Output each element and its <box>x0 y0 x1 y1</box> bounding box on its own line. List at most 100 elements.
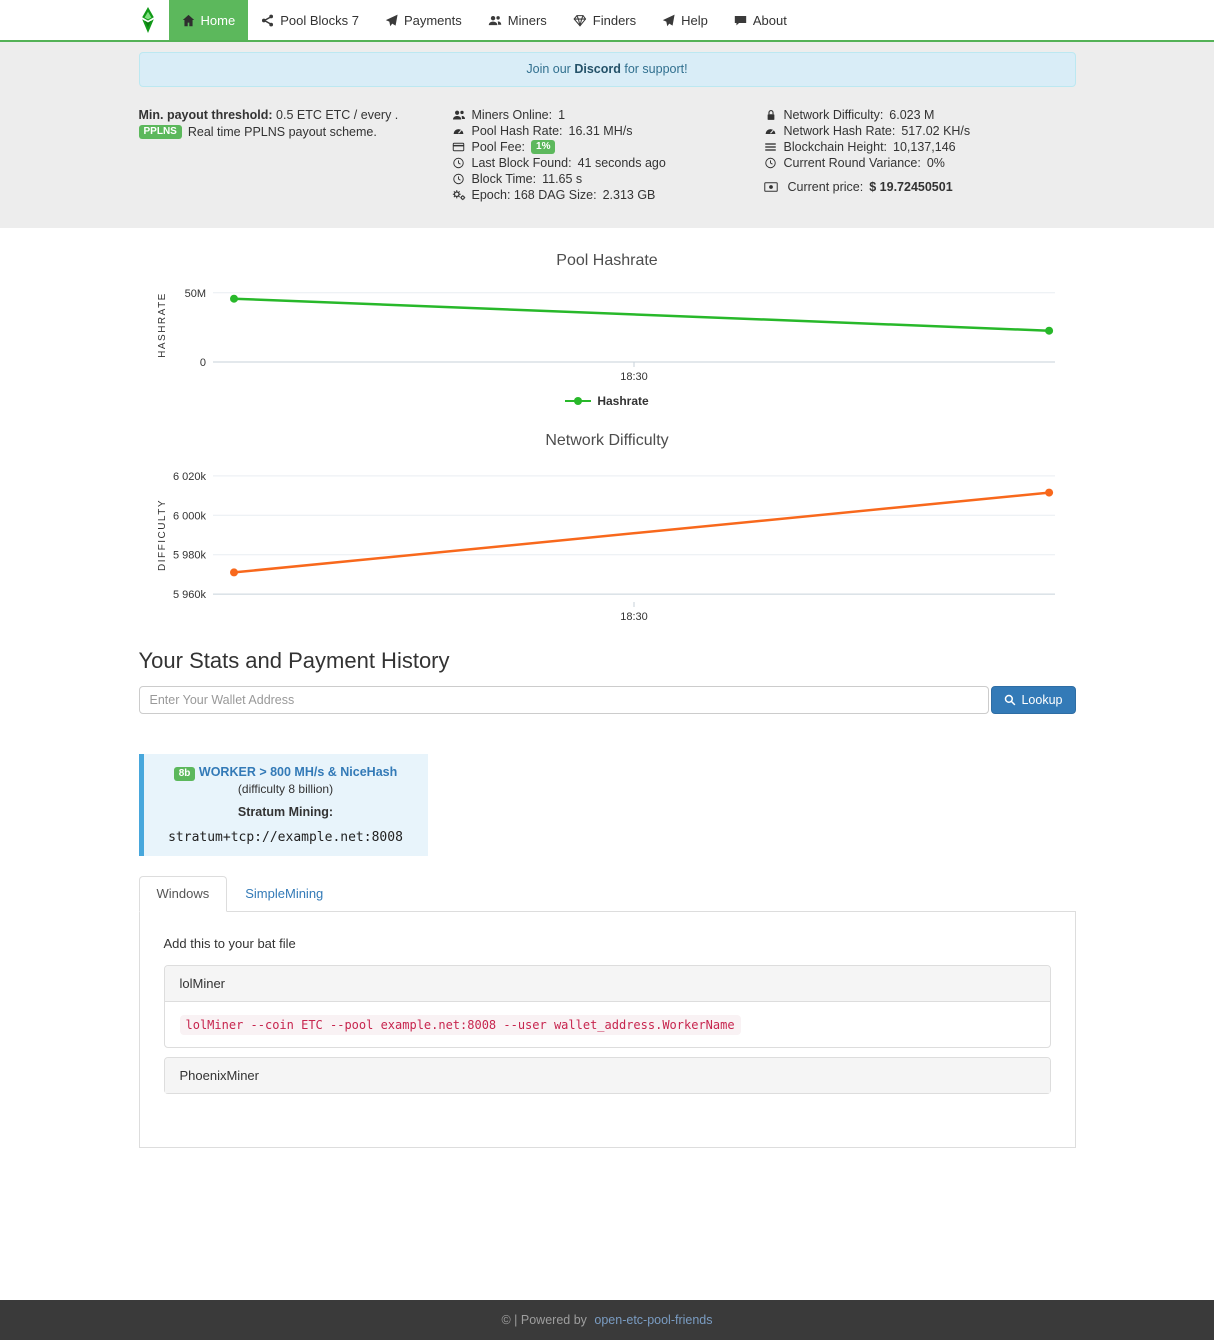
stat-pool-fee: Pool Fee: 1% <box>452 139 764 155</box>
wallet-lookup-group: Lookup <box>139 686 1076 714</box>
stat-label: Epoch: 168 DAG Size: <box>472 188 597 202</box>
nav-item-miners[interactable]: Miners <box>475 0 560 40</box>
payout-threshold-label: Min. payout threshold: <box>139 108 273 122</box>
network-stats-column: Network Difficulty: 6.023 M Network Hash… <box>764 107 1076 203</box>
nav-item-label: Help <box>681 13 708 28</box>
banner-text-prefix: Join our <box>526 62 570 76</box>
stat-pool-hashrate: Pool Hash Rate: 16.31 MH/s <box>452 123 764 139</box>
nav-item-label: Home <box>201 13 236 28</box>
nav-item-label: About <box>753 13 787 28</box>
stat-epoch-dag: Epoch: 168 DAG Size: 2.313 GB <box>452 187 764 203</box>
pool-fee-badge: 1% <box>531 140 555 154</box>
etc-logo[interactable] <box>139 0 169 40</box>
stat-label: Current Round Variance: <box>784 156 921 170</box>
stat-value: 2.313 GB <box>603 188 656 202</box>
chart-title: Network Difficulty <box>139 432 1076 450</box>
clock-icon <box>452 173 466 185</box>
worker-title: WORKER > 800 MH/s & NiceHash <box>199 765 397 779</box>
stat-value: $ 19.72450501 <box>869 180 952 194</box>
credit-card-icon <box>452 141 466 153</box>
os-tabs: Windows SimpleMining <box>139 876 1076 911</box>
navbar: Home Pool Blocks 7 Payments Miners Finde… <box>0 0 1214 42</box>
worker-info-box: 8b WORKER > 800 MH/s & NiceHash (difficu… <box>139 754 428 856</box>
chart-legend[interactable]: Hashrate <box>139 394 1076 408</box>
tab-panel: Add this to your bat file lolMiner lolMi… <box>139 911 1076 1148</box>
stat-value: 16.31 MH/s <box>569 124 633 138</box>
users-icon <box>452 109 466 121</box>
lolminer-command: lolMiner --coin ETC --pool example.net:8… <box>180 1015 741 1035</box>
nav-item-pool-blocks[interactable]: Pool Blocks 7 <box>248 0 372 40</box>
stat-network-difficulty: Network Difficulty: 6.023 M <box>764 107 1076 123</box>
nav-item-label: Pool Blocks 7 <box>280 13 359 28</box>
legend-marker-icon <box>565 396 591 406</box>
stat-block-time: Block Time: 11.65 s <box>452 171 764 187</box>
stat-miners-online: Miners Online: 1 <box>452 107 764 123</box>
footer-link[interactable]: open-etc-pool-friends <box>594 1313 712 1327</box>
nav-item-payments[interactable]: Payments <box>372 0 475 40</box>
tab-simplemining[interactable]: SimpleMining <box>227 876 341 911</box>
phoenixminer-panel-header[interactable]: PhoenixMiner <box>165 1058 1050 1093</box>
bat-file-intro: Add this to your bat file <box>164 936 1051 951</box>
cogs-icon <box>452 189 466 201</box>
clock-icon <box>764 157 778 169</box>
nav-item-finders[interactable]: Finders <box>560 0 649 40</box>
payout-threshold-value: 0.5 ETC ETC / every . <box>276 108 398 122</box>
chart-title: Pool Hashrate <box>139 252 1076 270</box>
worker-title-line: 8b WORKER > 800 MH/s & NiceHash <box>152 765 420 781</box>
etc-logo-icon <box>139 6 157 34</box>
lolminer-panel: lolMiner lolMiner --coin ETC --pool exam… <box>164 965 1051 1048</box>
gem-icon <box>573 14 587 27</box>
stat-label: Network Difficulty: <box>784 108 884 122</box>
svg-text:HASHRATE: HASHRATE <box>157 292 168 358</box>
money-icon <box>764 181 778 193</box>
nav-item-label: Finders <box>593 13 636 28</box>
svg-text:6 000k: 6 000k <box>173 510 207 522</box>
svg-text:18:30: 18:30 <box>620 371 648 382</box>
svg-text:50M: 50M <box>185 288 206 300</box>
lolminer-panel-body: lolMiner --coin ETC --pool example.net:8… <box>165 1001 1050 1047</box>
difficulty-badge: 8b <box>174 767 196 781</box>
stat-value: 1 <box>558 108 565 122</box>
stat-network-hashrate: Network Hash Rate: 517.02 KH/s <box>764 123 1076 139</box>
lock-icon <box>764 109 778 121</box>
share-icon <box>261 14 274 27</box>
nav-item-help[interactable]: Help <box>649 0 721 40</box>
payout-column: Min. payout threshold: 0.5 ETC ETC / eve… <box>139 107 452 203</box>
tachometer-icon <box>452 125 466 137</box>
stat-value: 41 seconds ago <box>578 156 666 170</box>
stats-row: Min. payout threshold: 0.5 ETC ETC / eve… <box>139 107 1076 203</box>
discord-banner: Join our Discord for support! <box>139 52 1076 87</box>
payout-threshold: Min. payout threshold: 0.5 ETC ETC / eve… <box>139 107 452 123</box>
network-difficulty-plot: 6 020k6 000k5 980k5 960k18:30DIFFICULTY <box>151 462 1063 622</box>
home-icon <box>182 14 195 27</box>
lookup-button[interactable]: Lookup <box>991 686 1075 714</box>
paper-plane-icon <box>385 14 398 27</box>
pool-hashrate-chart: Pool Hashrate 50M 0 18:30 HASHRATE Hashrate <box>139 252 1076 408</box>
clock-icon <box>452 157 466 169</box>
nav-item-home[interactable]: Home <box>169 0 249 40</box>
stat-current-price: Current price: $ 19.72450501 <box>764 179 1076 195</box>
lookup-button-label: Lookup <box>1021 693 1062 707</box>
nav-item-about[interactable]: About <box>721 0 800 40</box>
phoenixminer-panel: PhoenixMiner <box>164 1057 1051 1094</box>
banner-text-suffix: for support! <box>624 62 687 76</box>
payout-scheme-text: Real time PPLNS payout scheme. <box>188 125 377 139</box>
tab-windows[interactable]: Windows <box>139 876 228 912</box>
network-difficulty-chart: Network Difficulty 6 020k6 000k5 980k5 9… <box>139 432 1076 622</box>
payout-scheme: PPLNS Real time PPLNS payout scheme. <box>139 125 452 139</box>
stat-last-block: Last Block Found: 41 seconds ago <box>452 155 764 171</box>
stat-label: Last Block Found: <box>472 156 572 170</box>
lolminer-panel-header[interactable]: lolMiner <box>165 966 1050 1001</box>
search-icon <box>1004 694 1016 706</box>
svg-text:0: 0 <box>200 357 206 369</box>
tachometer-icon <box>764 125 778 137</box>
svg-text:5 980k: 5 980k <box>173 550 207 562</box>
footer-text: © | Powered by <box>501 1313 586 1327</box>
discord-link[interactable]: Discord <box>574 62 621 76</box>
wallet-address-input[interactable] <box>139 686 990 714</box>
stat-label: Network Hash Rate: <box>784 124 896 138</box>
stat-label: Block Time: <box>472 172 537 186</box>
comment-icon <box>734 14 747 27</box>
worker-subtitle: (difficulty 8 billion) <box>152 782 420 796</box>
users-icon <box>488 14 502 27</box>
